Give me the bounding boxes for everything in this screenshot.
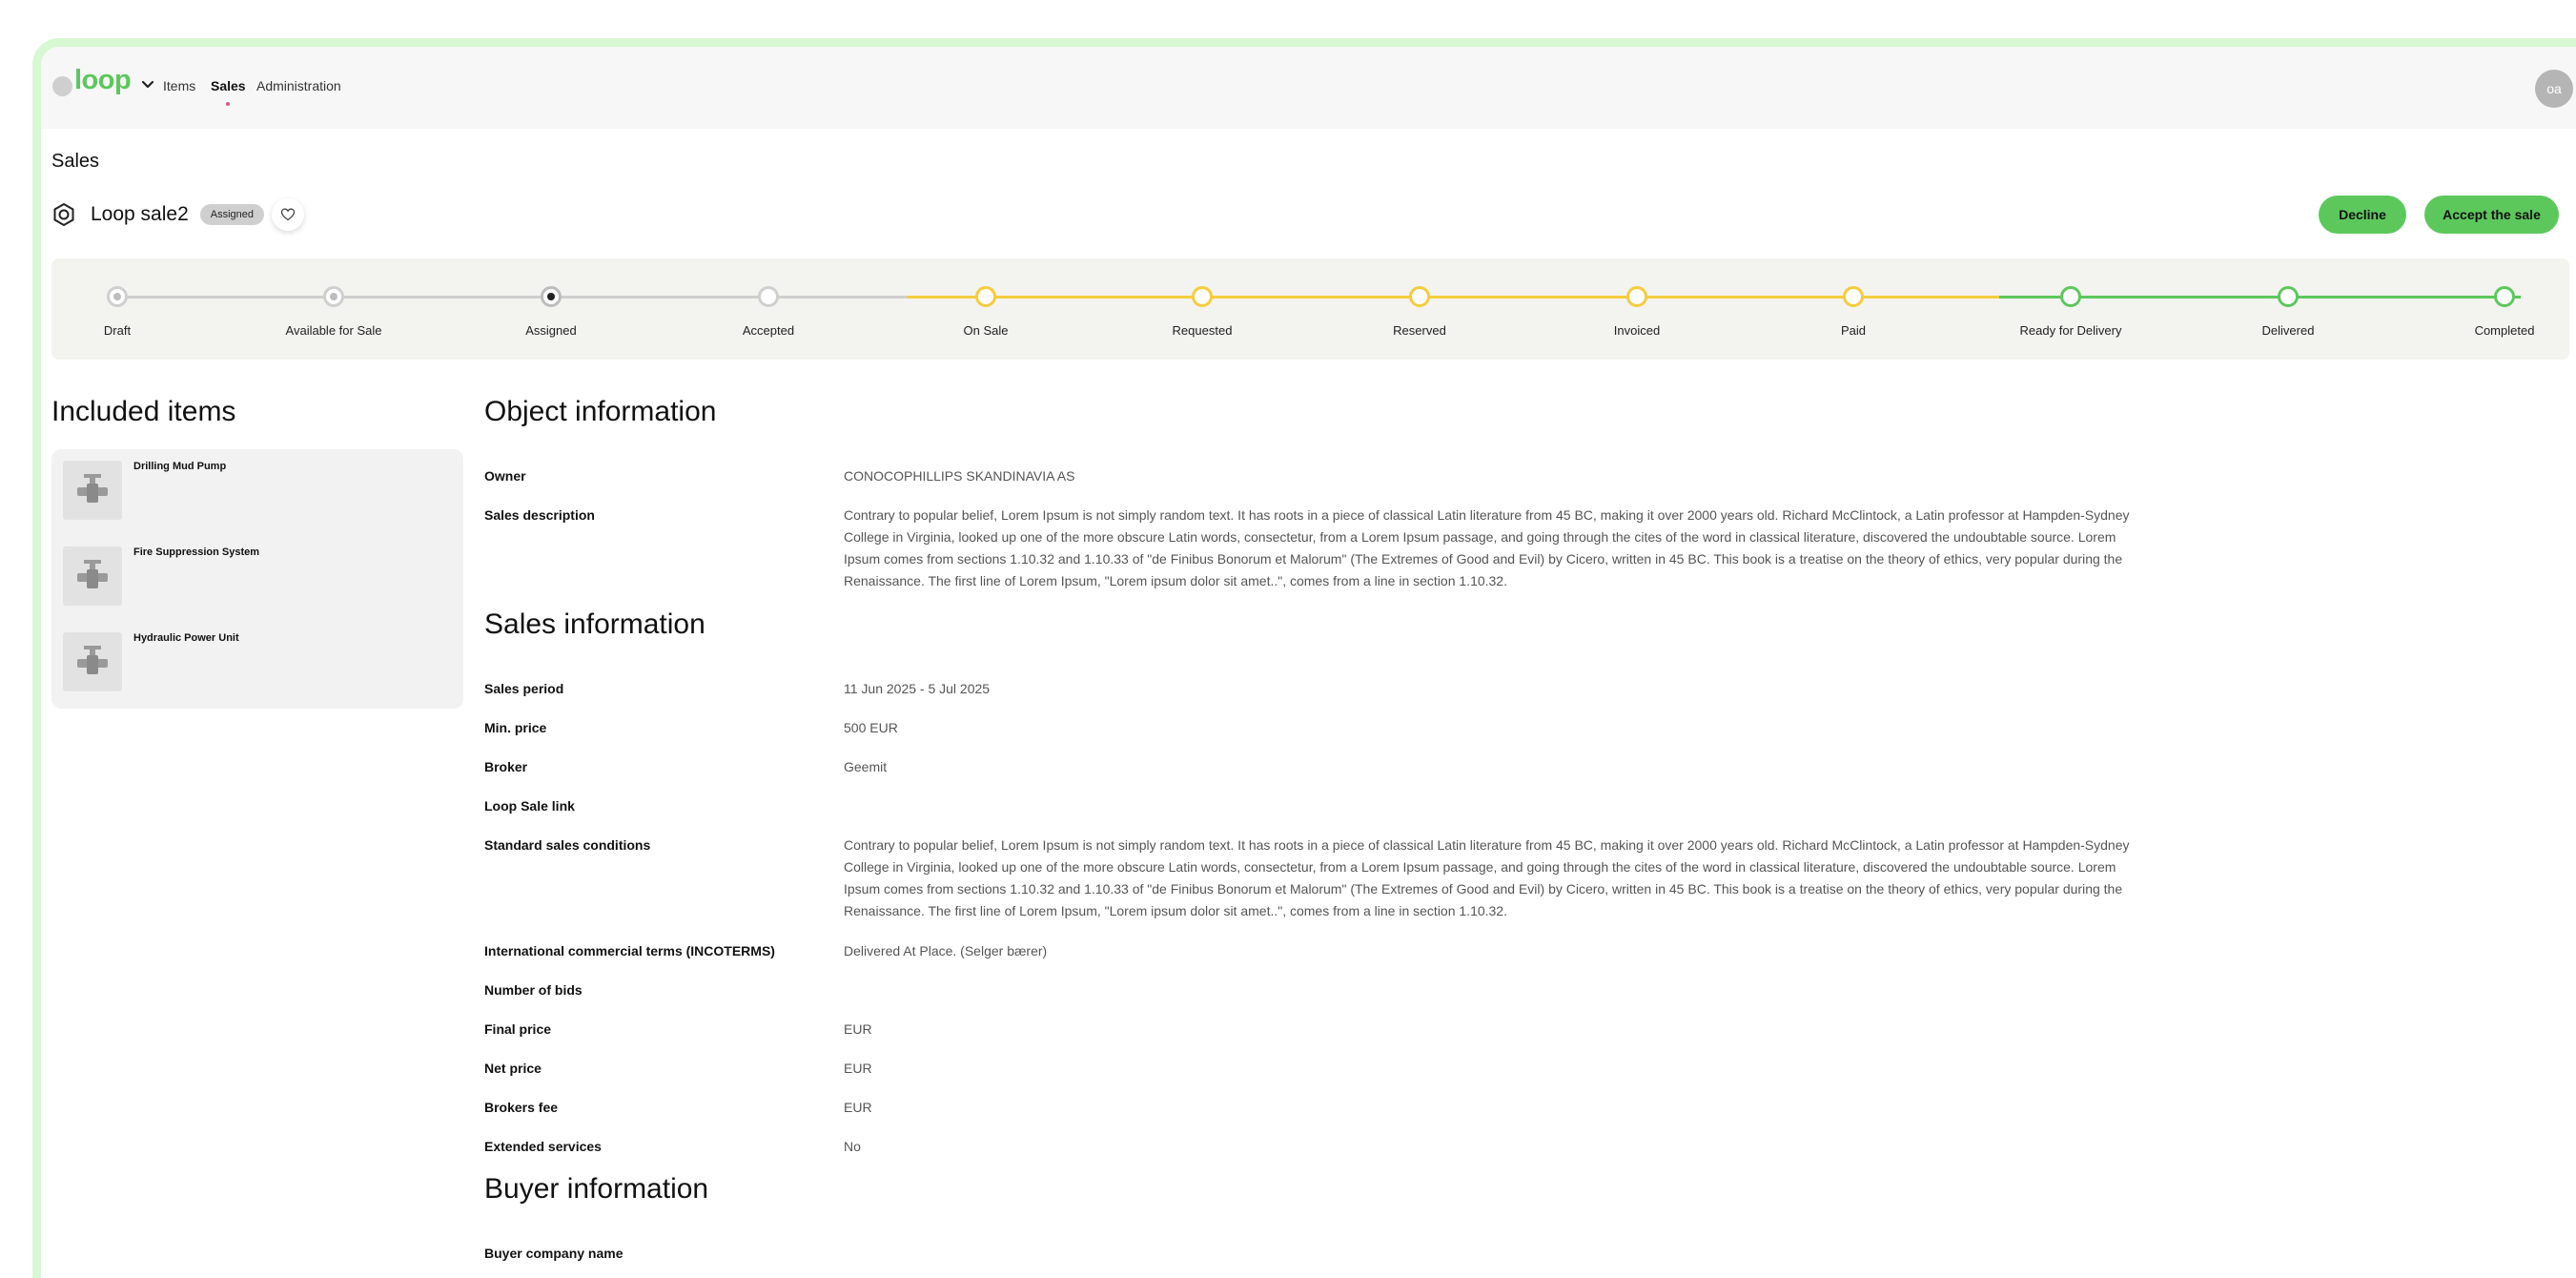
nav-administration[interactable]: Administration [256,78,341,93]
item-thumbnail [63,546,122,606]
nav-items[interactable]: Items [163,78,195,93]
chevron-down-icon[interactable] [139,76,156,93]
sales-description-value: Contrary to popular belief, Lorem Ipsum … [844,507,2130,588]
item-thumbnail [63,632,122,691]
item-name: Hydraulic Power Unit [133,632,239,644]
active-nav-indicator [226,102,230,106]
stepper-line-yellow [907,296,1999,299]
net-price-label: Net price [484,1061,542,1076]
status-stepper: Draft Available for Sale Assigned Accept… [51,258,2569,360]
step-label: On Sale [963,323,1009,338]
extended-services-value: No [844,1139,861,1154]
gear-icon [53,202,74,227]
step-label: Reserved [1393,323,1446,338]
final-price-value: EUR [844,1021,872,1037]
valve-icon [77,474,108,503]
extended-services-label: Extended services [484,1139,602,1154]
list-item[interactable]: Drilling Mud Pump [63,461,454,527]
step-label: Draft [103,323,132,338]
item-name: Fire Suppression System [133,546,260,558]
sales-period-value: 11 Jun 2025 - 5 Jul 2025 [844,681,991,696]
sales-description-label: Sales description [484,507,595,523]
min-price-label: Min. price [484,720,547,735]
decline-button[interactable]: Decline [2319,196,2406,234]
step-marker [2278,286,2299,307]
step-label: Paid [1840,323,1867,338]
list-item[interactable]: Hydraulic Power Unit [63,632,454,699]
step-marker [1409,286,1430,307]
owner-label: Owner [484,468,526,484]
nav-sales[interactable]: Sales [211,78,246,93]
sale-header: Loop sale2 Assigned [51,196,305,234]
step-marker [107,286,128,307]
page-title: Loop sale2 [91,203,189,225]
breadcrumb[interactable]: Sales [51,151,99,173]
sales-period-label: Sales period [484,681,564,696]
accept-sale-button[interactable]: Accept the sale [2424,196,2559,234]
incoterms-value: Delivered At Place. (Selger bærer) [844,943,1048,958]
final-price-label: Final price [484,1021,552,1037]
broker-value: Geemit [844,759,888,774]
step-marker [758,286,779,307]
step-marker [975,286,996,307]
item-name: Drilling Mud Pump [133,461,227,472]
top-navigation: loop Items Sales Administration oa [41,47,2576,129]
brokers-fee-label: Brokers fee [484,1100,559,1115]
included-items-title: Included items [51,396,236,427]
step-marker [2060,286,2081,307]
buyer-information-title: Buyer information [484,1173,709,1205]
brokers-fee-value: EUR [844,1100,872,1115]
stepper-line-gray [117,296,907,299]
step-label: Delivered [2261,323,2315,338]
loop-sale-link-label: Loop Sale link [484,798,575,814]
logo-mark-icon [52,76,72,96]
step-marker [1843,286,1864,307]
incoterms-label: International commercial terms (INCOTERM… [484,943,775,958]
step-label: Assigned [525,323,577,338]
valve-icon [77,646,108,674]
step-label: Completed [2474,323,2535,338]
step-label: Ready for Delivery [2019,323,2122,338]
number-of-bids-label: Number of bids [484,982,583,998]
sales-information-title: Sales information [484,608,705,640]
avatar[interactable]: oa [2535,70,2573,108]
heart-icon [280,208,296,221]
step-label: Invoiced [1613,323,1661,338]
step-label: Requested [1172,323,1233,338]
step-marker [1192,286,1213,307]
broker-label: Broker [484,759,528,774]
step-marker [323,286,344,307]
valve-icon [77,560,108,588]
min-price-value: 500 EUR [844,720,898,735]
object-information-title: Object information [484,396,717,427]
list-item[interactable]: Fire Suppression System [63,546,454,613]
net-price-value: EUR [844,1061,872,1076]
buyer-company-name-label: Buyer company name [484,1246,624,1261]
step-marker-current [541,286,562,307]
step-marker [2494,286,2515,307]
logo[interactable]: loop [74,65,132,96]
standard-sales-conditions-value: Contrary to popular belief, Lorem Ipsum … [844,837,2130,918]
step-label: Accepted [742,323,795,338]
status-badge: Assigned [199,204,265,225]
included-items-list: Drilling Mud Pump Fire Suppression Syste… [51,449,463,709]
step-marker [1626,286,1647,307]
app-window: loop Items Sales Administration oa Sales… [32,38,2576,1278]
item-thumbnail [63,461,122,520]
standard-sales-conditions-label: Standard sales conditions [484,837,651,853]
favorite-button[interactable] [272,198,305,231]
step-label: Available for Sale [285,323,382,338]
owner-value: CONOCOPHILLIPS SKANDINAVIA AS [844,468,1075,484]
